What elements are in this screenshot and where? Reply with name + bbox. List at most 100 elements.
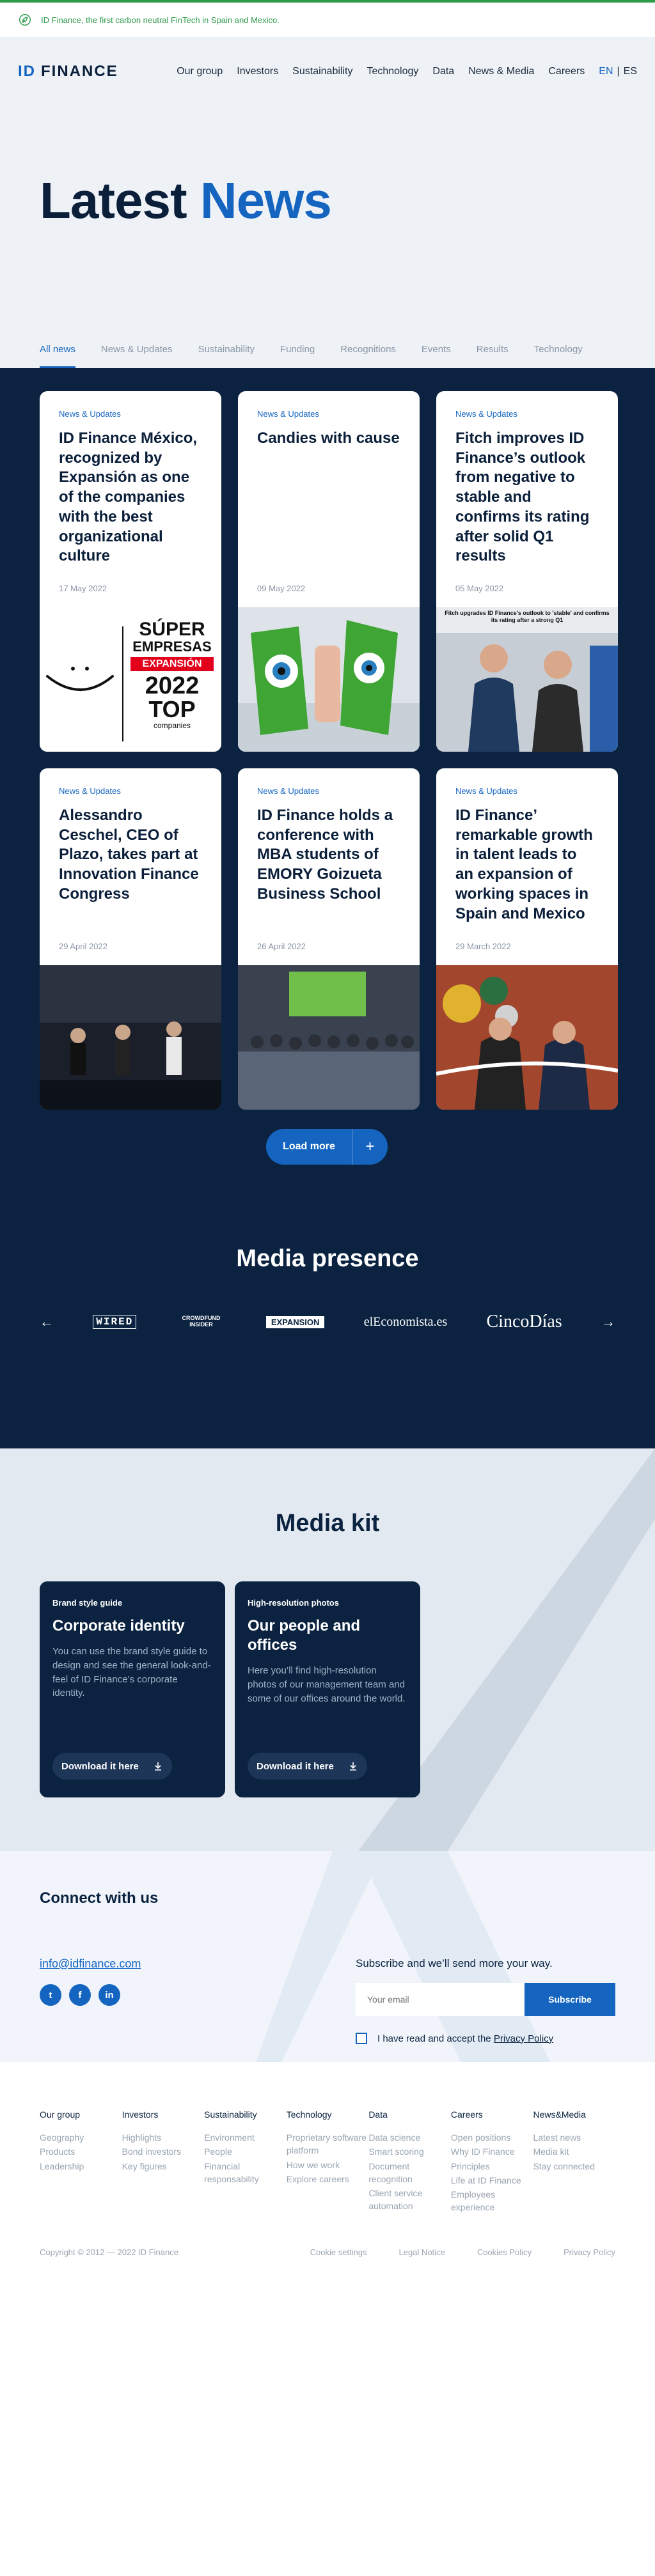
footer-col-careers: Careers Open positions Why ID Finance Pr… xyxy=(451,2109,533,2215)
footer-link[interactable]: Key figures xyxy=(122,2160,205,2173)
card-date: 29 April 2022 xyxy=(59,942,107,951)
consent-text: I have read and accept the Privacy Polic… xyxy=(377,2033,553,2044)
badge-companies: companies xyxy=(153,721,191,731)
footer-col-sustainability: Sustainability Environment People Financ… xyxy=(204,2109,287,2215)
news-card[interactable]: News & Updates ID Finance México, recogn… xyxy=(40,391,221,752)
legal-notice-link[interactable]: Legal Notice xyxy=(399,2247,445,2257)
footer-link[interactable]: Media kit xyxy=(533,2145,615,2158)
download-photos-button[interactable]: Download it here xyxy=(248,1753,367,1780)
nav-news-media[interactable]: News & Media xyxy=(468,66,534,77)
footer-heading[interactable]: News&Media xyxy=(533,2109,615,2120)
footer-heading[interactable]: Careers xyxy=(451,2109,533,2120)
nav-careers[interactable]: Careers xyxy=(548,66,585,77)
card-title: Fitch improves ID Finance’s outlook from… xyxy=(455,430,590,565)
load-more-button[interactable]: Load more + xyxy=(266,1129,388,1165)
connect-title: Connect with us xyxy=(40,1889,159,1907)
social-links: t f in xyxy=(40,1984,120,2006)
footer-link[interactable]: Document recognition xyxy=(368,2160,451,2186)
card-body: News & Updates Candies with cause 09 May… xyxy=(238,391,420,607)
linkedin-icon[interactable]: in xyxy=(99,1984,120,2006)
crowdfund-insider-logo[interactable]: CROWDFUND INSIDER xyxy=(176,1315,227,1328)
news-filter-tabs: All news News & Updates Sustainability F… xyxy=(0,331,655,368)
footer-link[interactable]: Life at ID Finance xyxy=(451,2174,533,2187)
kit-description: Here you’ll find high-resolution photos … xyxy=(248,1665,406,1704)
news-card[interactable]: News & Updates Alessandro Ceschel, CEO o… xyxy=(40,768,221,1110)
footer-link[interactable]: Highlights xyxy=(122,2131,205,2144)
footer-link[interactable]: Proprietary software platform xyxy=(287,2131,369,2157)
arrow-left-icon[interactable]: ← xyxy=(40,1314,54,1330)
tab-results[interactable]: Results xyxy=(477,344,509,368)
privacy-policy-footer-link[interactable]: Privacy Policy xyxy=(564,2247,615,2257)
language-switcher: EN | ES xyxy=(599,66,637,77)
footer-link[interactable]: Leadership xyxy=(40,2160,122,2173)
news-grid: News & Updates ID Finance México, recogn… xyxy=(40,391,618,1110)
footer-link[interactable]: Explore careers xyxy=(287,2173,369,2185)
nav-sustainability[interactable]: Sustainability xyxy=(292,66,352,77)
news-card[interactable]: News & Updates Candies with cause 09 May… xyxy=(238,391,420,752)
tab-funding[interactable]: Funding xyxy=(280,344,315,368)
footer-link[interactable]: Stay connected xyxy=(533,2160,615,2173)
footer-link[interactable]: Bond investors xyxy=(122,2145,205,2158)
wired-logo[interactable]: WIRED xyxy=(93,1315,137,1329)
footer-link[interactable]: Employees experience xyxy=(451,2188,533,2214)
tab-technology[interactable]: Technology xyxy=(534,344,583,368)
tab-sustainability[interactable]: Sustainability xyxy=(198,344,255,368)
consent-checkbox[interactable] xyxy=(356,2033,367,2044)
footer-link[interactable]: Smart scoring xyxy=(368,2145,451,2158)
footer-link[interactable]: Principles xyxy=(451,2160,533,2173)
subscribe-button[interactable]: Subscribe xyxy=(525,1983,615,2016)
subscribe-email-input[interactable] xyxy=(356,1983,525,2016)
leaf-icon xyxy=(19,14,31,26)
download-icon xyxy=(349,1762,356,1771)
footer-heading[interactable]: Data xyxy=(368,2109,451,2120)
lang-en[interactable]: EN xyxy=(599,66,613,77)
privacy-policy-link[interactable]: Privacy Policy xyxy=(494,2033,553,2044)
footer-link[interactable]: Products xyxy=(40,2145,122,2158)
lang-es[interactable]: ES xyxy=(624,66,637,77)
twitter-icon[interactable]: t xyxy=(40,1984,61,2006)
facebook-icon[interactable]: f xyxy=(69,1984,91,2006)
footer-heading[interactable]: Technology xyxy=(287,2109,369,2120)
footer-heading[interactable]: Our group xyxy=(40,2109,122,2120)
arrow-right-icon[interactable]: → xyxy=(601,1314,615,1330)
card-category: News & Updates xyxy=(257,786,319,796)
footer-link[interactable]: Open positions xyxy=(451,2131,533,2144)
footer-heading[interactable]: Investors xyxy=(122,2109,205,2120)
tab-news-updates[interactable]: News & Updates xyxy=(101,344,173,368)
news-card[interactable]: News & Updates ID Finance holds a confer… xyxy=(238,768,420,1110)
cookies-policy-link[interactable]: Cookies Policy xyxy=(477,2247,532,2257)
download-brand-guide-button[interactable]: Download it here xyxy=(52,1753,172,1780)
tab-all-news[interactable]: All news xyxy=(40,344,75,368)
card-category: News & Updates xyxy=(59,786,121,796)
site-footer: Our group Geography Products Leadership … xyxy=(0,2062,655,2576)
footer-link[interactable]: Geography xyxy=(40,2131,122,2144)
tab-recognitions[interactable]: Recognitions xyxy=(340,344,396,368)
card-date: 26 April 2022 xyxy=(257,942,306,951)
cookie-settings-link[interactable]: Cookie settings xyxy=(310,2247,367,2257)
expansion-logo[interactable]: EXPANSION xyxy=(265,1315,325,1328)
footer-col-technology: Technology Proprietary software platform… xyxy=(287,2109,369,2215)
eleconomista-logo[interactable]: elEconomista.es xyxy=(364,1315,448,1330)
nav-menu: Our group Investors Sustainability Techn… xyxy=(177,66,637,77)
nav-data[interactable]: Data xyxy=(432,66,454,77)
nav-technology[interactable]: Technology xyxy=(367,66,418,77)
nav-our-group[interactable]: Our group xyxy=(177,66,223,77)
footer-link[interactable]: How we work xyxy=(287,2159,369,2171)
footer-link[interactable]: Environment xyxy=(204,2131,287,2144)
news-card[interactable]: News & Updates Fitch improves ID Finance… xyxy=(436,391,618,752)
footer-heading[interactable]: Sustainability xyxy=(204,2109,287,2120)
fitch-headline-overlay: Fitch upgrades ID Finance's outlook to '… xyxy=(445,610,610,623)
nav-investors[interactable]: Investors xyxy=(237,66,278,77)
footer-link[interactable]: Financial responsability xyxy=(204,2160,287,2186)
news-card[interactable]: News & Updates ID Finance’ remarkable gr… xyxy=(436,768,618,1110)
footer-link[interactable]: Why ID Finance xyxy=(451,2145,533,2158)
badge-line-3: EXPANSIÓN xyxy=(130,657,214,672)
cincodias-logo[interactable]: CincoDías xyxy=(486,1312,562,1332)
footer-link[interactable]: Latest news xyxy=(533,2131,615,2144)
footer-link[interactable]: Client service automation xyxy=(368,2187,451,2213)
footer-link[interactable]: Data science xyxy=(368,2131,451,2144)
id-finance-logo[interactable]: ID FINANCE xyxy=(18,63,118,81)
tab-events[interactable]: Events xyxy=(422,344,451,368)
footer-link[interactable]: People xyxy=(204,2145,287,2158)
contact-email-link[interactable]: info@idfinance.com xyxy=(40,1957,141,1971)
